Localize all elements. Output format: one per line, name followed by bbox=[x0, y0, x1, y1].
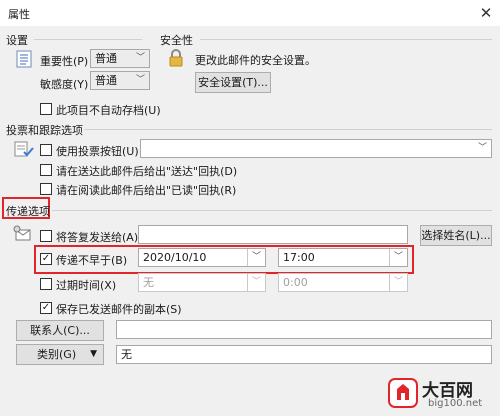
lock-icon bbox=[168, 48, 184, 68]
voting-section-title: 投票和跟踪选项 bbox=[6, 124, 83, 137]
watermark-logo-icon bbox=[388, 378, 418, 408]
deliver-before-date-value: 2020/10/10 bbox=[143, 251, 207, 264]
combo-separator bbox=[247, 274, 248, 291]
deliver-before-checkbox[interactable]: ✓ bbox=[40, 253, 52, 265]
voting-icon bbox=[14, 140, 34, 158]
watermark-url: big100.net bbox=[428, 398, 483, 409]
combo-separator bbox=[389, 274, 390, 291]
contacts-button[interactable]: 联系人(C)... bbox=[16, 320, 104, 341]
categories-input[interactable]: 无 bbox=[116, 345, 492, 364]
importance-label: 重要性(P) bbox=[40, 55, 89, 68]
importance-value: 普通 bbox=[95, 52, 117, 65]
expires-time[interactable]: 0:00 ﹀ bbox=[278, 273, 408, 292]
chevron-down-icon: ﹀ bbox=[477, 143, 487, 153]
combo-separator bbox=[389, 249, 390, 266]
chevron-down-icon: ﹀ bbox=[251, 252, 261, 262]
save-copy-checkbox[interactable]: ✓ bbox=[40, 302, 52, 314]
delivery-section-title: 传递选项 bbox=[6, 205, 50, 218]
deliver-before-label: 传递不早于(B) bbox=[56, 254, 128, 267]
deliver-before-time-value: 17:00 bbox=[283, 251, 315, 264]
no-autoarchive-label: 此项目不自动存档(U) bbox=[56, 104, 161, 117]
delivery-receipt-checkbox[interactable] bbox=[40, 164, 52, 176]
read-receipt-checkbox[interactable] bbox=[40, 183, 52, 195]
expires-label: 过期时间(X) bbox=[56, 279, 117, 292]
categories-button-label: 类别(G) bbox=[37, 348, 77, 361]
voting-buttons-select[interactable]: ﹀ bbox=[140, 139, 492, 158]
security-description: 更改此邮件的安全设置。 bbox=[195, 54, 316, 67]
contacts-input[interactable] bbox=[116, 320, 492, 339]
close-icon[interactable]: ✕ bbox=[476, 3, 496, 23]
use-voting-checkbox[interactable] bbox=[40, 144, 52, 156]
security-settings-button[interactable]: 安全设置(T)... bbox=[195, 72, 271, 93]
select-names-button[interactable]: 选择姓名(L)... bbox=[420, 225, 492, 246]
properties-list-icon bbox=[16, 50, 32, 68]
chevron-down-icon: ﹀ bbox=[135, 53, 145, 63]
settings-divider bbox=[34, 39, 142, 40]
watermark: 大百网 big100.net bbox=[388, 376, 496, 412]
sensitivity-label: 敏感度(Y) bbox=[40, 78, 89, 91]
read-receipt-label: 请在阅读此邮件后给出"已读"回执(R) bbox=[56, 184, 237, 197]
expires-time-value: 0:00 bbox=[283, 276, 308, 289]
use-voting-label: 使用投票按钮(U) bbox=[56, 145, 139, 158]
window-title: 属性 bbox=[8, 8, 30, 21]
sensitivity-select[interactable]: 普通 ﹀ bbox=[90, 71, 150, 90]
deliver-before-date[interactable]: 2020/10/10 ﹀ bbox=[138, 248, 266, 267]
save-copy-label: 保存已发送邮件的副本(S) bbox=[56, 303, 182, 316]
delivery-divider bbox=[52, 210, 492, 211]
deliver-before-time[interactable]: 17:00 ﹀ bbox=[278, 248, 408, 267]
reply-to-checkbox[interactable] bbox=[40, 230, 52, 242]
expires-checkbox[interactable] bbox=[40, 278, 52, 290]
reply-to-input[interactable] bbox=[138, 225, 408, 244]
security-section-title: 安全性 bbox=[160, 34, 193, 47]
expires-date[interactable]: 无 ﹀ bbox=[138, 273, 266, 292]
reply-to-label: 将答复发送给(A) bbox=[56, 231, 139, 244]
importance-select[interactable]: 普通 ﹀ bbox=[90, 49, 150, 68]
expires-date-value: 无 bbox=[143, 276, 154, 289]
voting-divider bbox=[84, 129, 492, 130]
settings-section-title: 设置 bbox=[6, 34, 28, 47]
no-autoarchive-checkbox[interactable] bbox=[40, 103, 52, 115]
chevron-down-icon: ﹀ bbox=[251, 277, 261, 287]
delivery-receipt-label: 请在送达此邮件后给出"送达"回执(D) bbox=[56, 165, 238, 178]
chevron-down-icon: ﹀ bbox=[393, 252, 403, 262]
caret-down-icon: ▼ bbox=[90, 349, 97, 359]
sensitivity-value: 普通 bbox=[95, 74, 117, 87]
combo-separator bbox=[247, 249, 248, 266]
categories-button[interactable]: 类别(G) ▼ bbox=[16, 344, 104, 365]
delivery-icon bbox=[12, 224, 34, 242]
title-bar bbox=[0, 0, 500, 26]
security-divider bbox=[200, 39, 492, 40]
chevron-down-icon: ﹀ bbox=[393, 277, 403, 287]
chevron-down-icon: ﹀ bbox=[135, 75, 145, 85]
